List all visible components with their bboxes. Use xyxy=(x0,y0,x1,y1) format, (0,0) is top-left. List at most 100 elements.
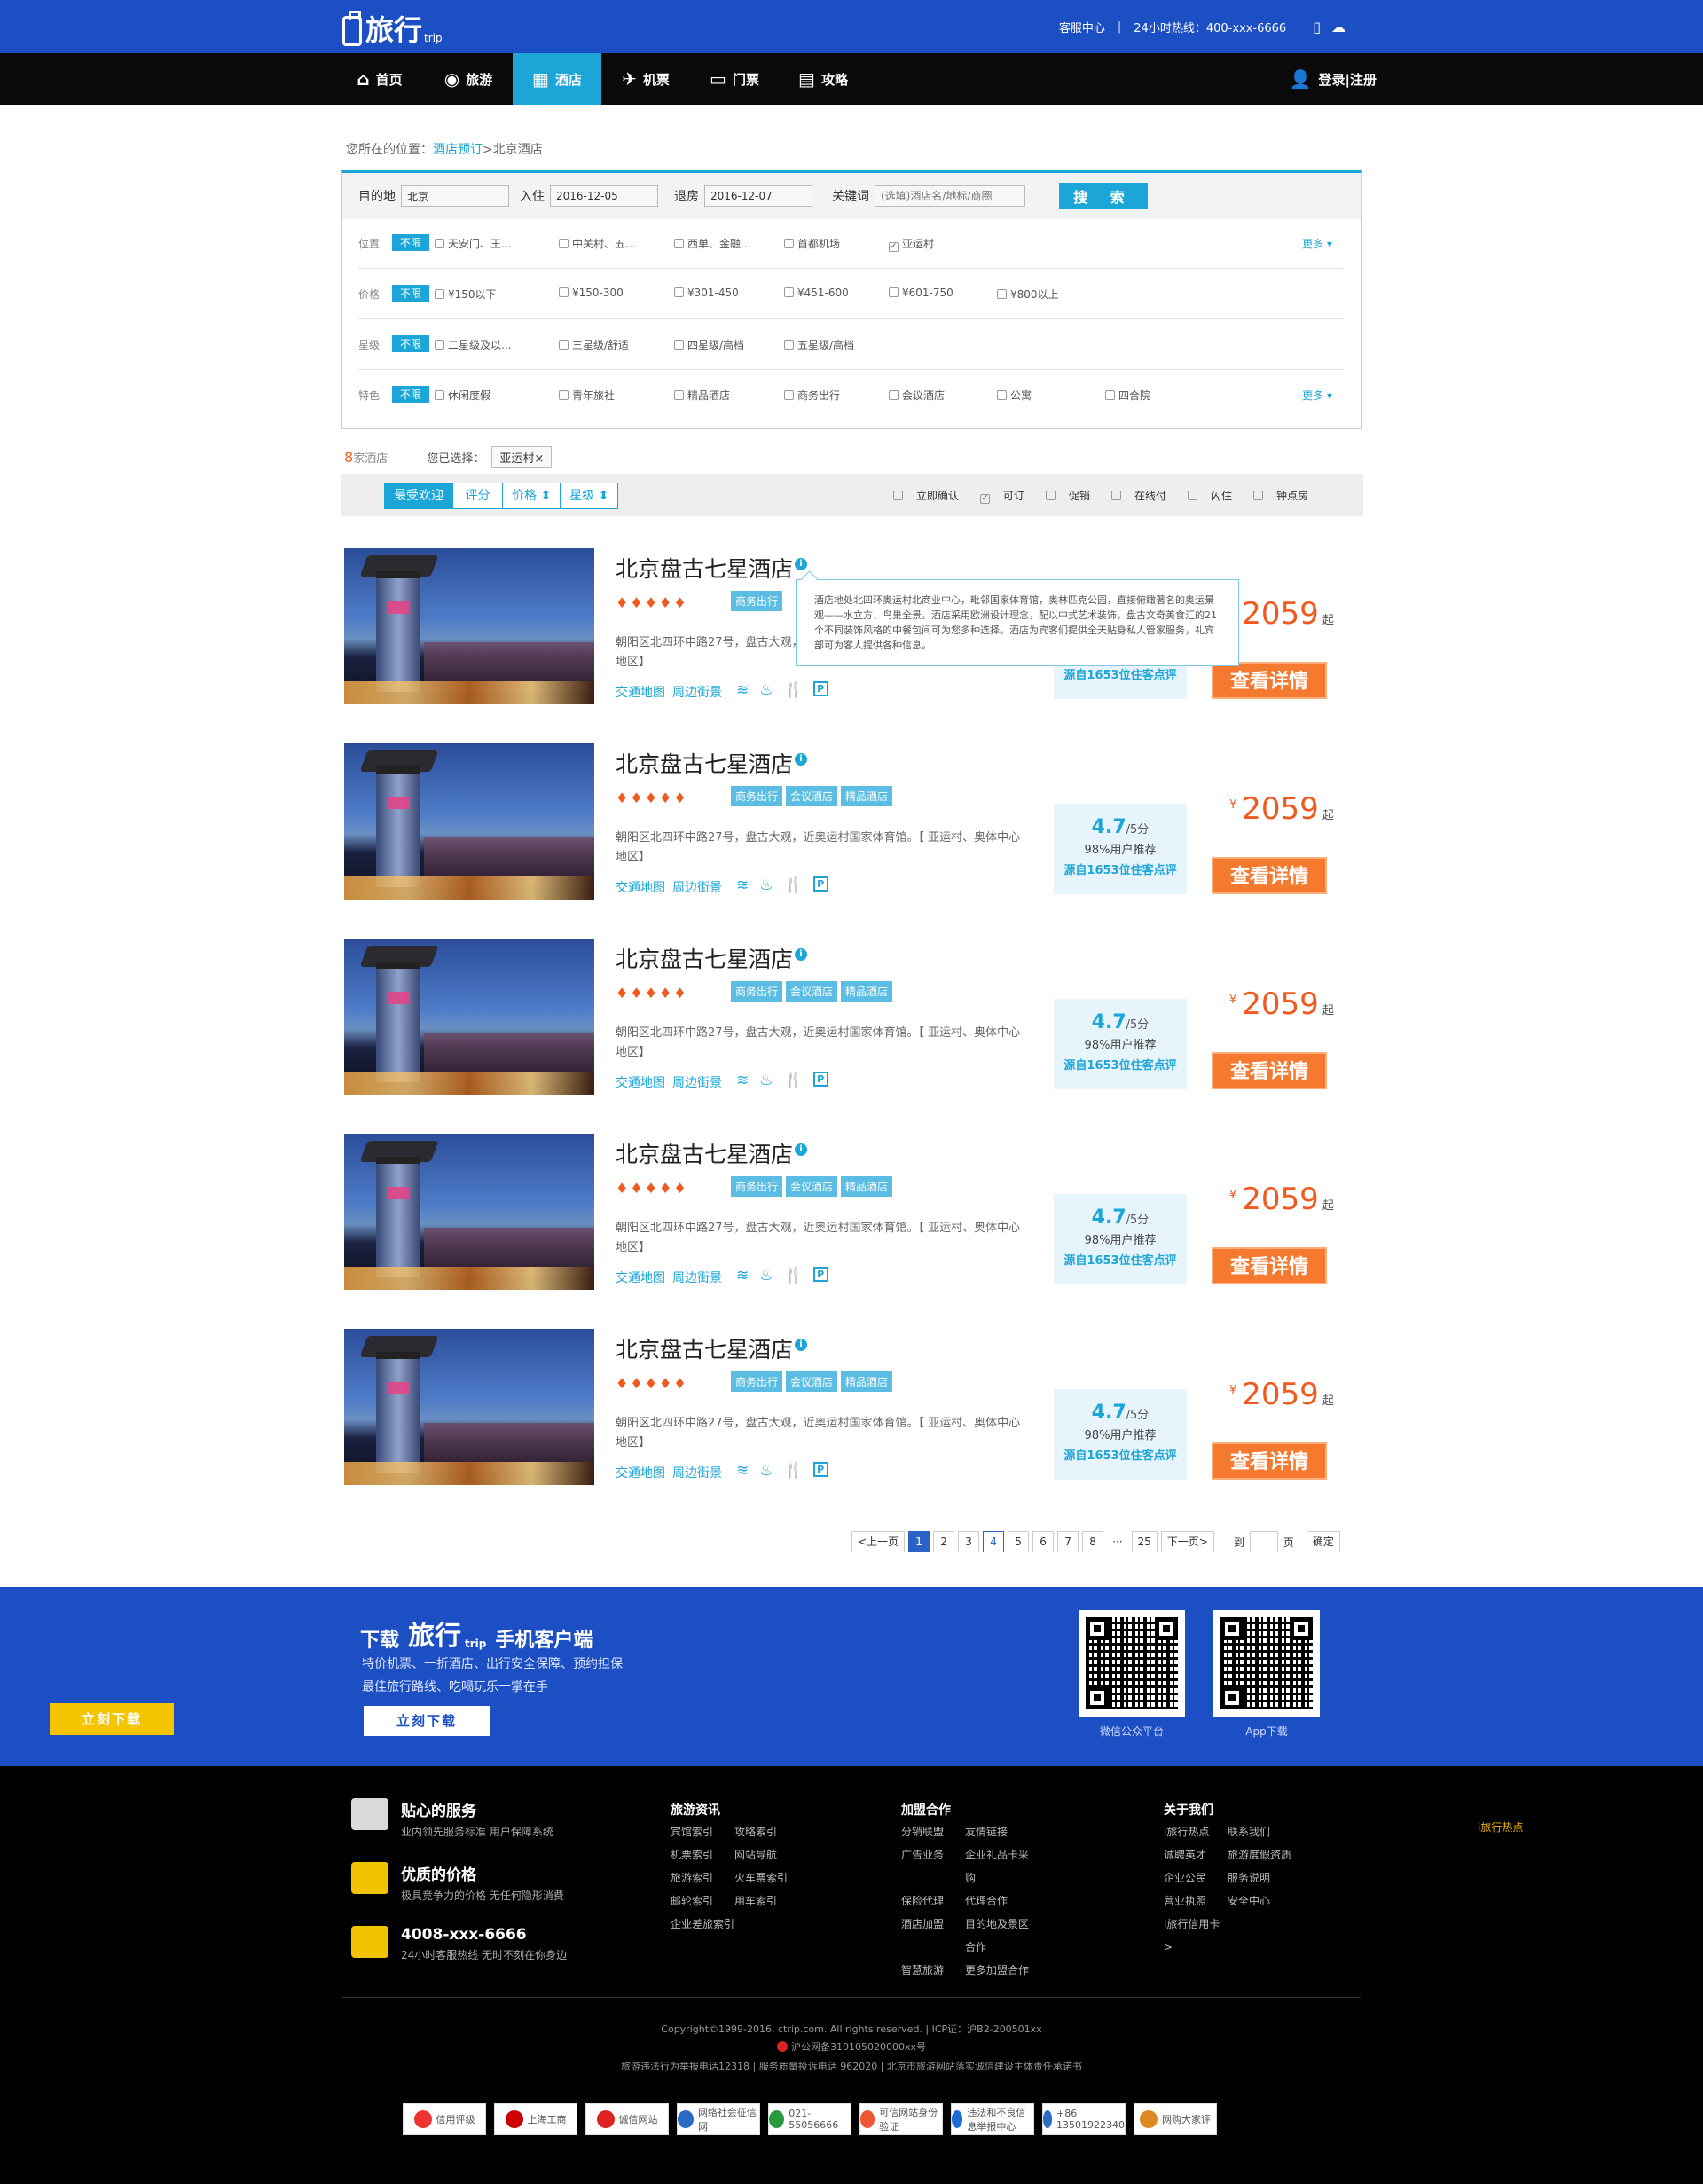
footer-link[interactable]: 旅游索引 xyxy=(671,1866,734,1889)
page-number[interactable]: 5 xyxy=(1008,1531,1030,1552)
download-button[interactable]: 立刻下载 xyxy=(364,1706,490,1736)
view-details-button[interactable]: 查看详情 xyxy=(1212,1442,1327,1480)
goto-confirm-button[interactable]: 确定 xyxy=(1306,1531,1340,1552)
review-count-link[interactable]: 源自1653位住客点评 xyxy=(1054,1446,1187,1463)
map-link[interactable]: 交通地图 xyxy=(616,1076,665,1090)
footer-link[interactable]: 营业执照 xyxy=(1164,1889,1228,1913)
street-view-link[interactable]: 周边街景 xyxy=(672,881,722,895)
footer-link[interactable]: 更多加盟合作 xyxy=(965,1959,1029,1982)
filter-nolimit[interactable]: 不限 xyxy=(392,285,430,302)
cert-badge[interactable]: 违法和不良信息举报中心 xyxy=(951,2103,1034,2135)
footer-link[interactable]: 联系我们 xyxy=(1228,1820,1291,1843)
filter-option[interactable]: 五星级/高档 xyxy=(784,337,854,352)
footer-link[interactable]: 企业公民 xyxy=(1164,1866,1228,1889)
footer-link[interactable]: 火车票索引 xyxy=(734,1866,798,1889)
checkbox[interactable] xyxy=(784,340,794,350)
footer-link[interactable]: 诚聘英才 xyxy=(1164,1843,1228,1866)
mobile-icon[interactable]: ▯ xyxy=(1313,19,1321,35)
filter-option[interactable]: 三星级/舒适 xyxy=(559,337,629,352)
checkbox[interactable] xyxy=(559,340,569,350)
map-link[interactable]: 交通地图 xyxy=(616,881,665,895)
filter-option[interactable]: 中关村、五... xyxy=(559,236,635,251)
checkin-input[interactable] xyxy=(550,185,658,207)
sort-check-5[interactable]: 钟点房 xyxy=(1243,488,1308,504)
cert-badge[interactable]: 021-55056666 xyxy=(768,2103,852,2135)
page-number[interactable]: 2 xyxy=(933,1531,955,1552)
footer-link[interactable]: 代理合作 xyxy=(965,1889,1029,1913)
page-number[interactable]: 7 xyxy=(1057,1531,1079,1552)
filter-option[interactable]: 精品酒店 xyxy=(674,388,730,403)
filter-option[interactable]: 商务出行 xyxy=(784,388,840,403)
checkbox[interactable] xyxy=(889,390,899,400)
sort-check-3[interactable]: 在线付 xyxy=(1101,488,1166,504)
cert-badge[interactable]: +86 13501922340 xyxy=(1042,2103,1126,2135)
last-page-number[interactable]: 25 xyxy=(1131,1531,1158,1552)
street-view-link[interactable]: 周边街景 xyxy=(672,1076,722,1090)
nav-item-3[interactable]: ✈ 机票 xyxy=(601,53,690,105)
page-number[interactable]: 8 xyxy=(1082,1531,1104,1552)
sort-check-2[interactable]: 促销 xyxy=(1035,488,1090,504)
breadcrumb-link[interactable]: 酒店预订 xyxy=(433,143,483,157)
footer-link[interactable]: 攻略索引 xyxy=(734,1820,798,1843)
footer-link[interactable]: 目的地及景区合作 xyxy=(965,1913,1029,1959)
wechat-icon[interactable]: ☁ xyxy=(1331,19,1346,35)
cert-badge[interactable]: 网络社会征信网 xyxy=(677,2103,760,2135)
nav-item-0[interactable]: ⌂ 首页 xyxy=(335,53,424,105)
view-details-button[interactable]: 查看详情 xyxy=(1212,1247,1327,1284)
login-register[interactable]: 👤 登录|注册 xyxy=(1290,53,1377,105)
footer-link[interactable]: 企业差旅索引 xyxy=(671,1913,734,1936)
filter-option[interactable]: 公寓 xyxy=(997,388,1032,403)
sort-tab-1[interactable]: 评分 xyxy=(453,483,503,508)
filter-option[interactable]: ✓ 亚运村 xyxy=(889,236,934,252)
filter-nolimit[interactable]: 不限 xyxy=(392,234,430,251)
footer-link[interactable]: i旅行热点 xyxy=(1164,1820,1228,1843)
filter-option[interactable]: 首都机场 xyxy=(784,236,840,251)
footer-link[interactable] xyxy=(1228,1913,1291,1959)
sort-tab-3[interactable]: 星级 ⬍ xyxy=(561,483,618,508)
footer-link[interactable]: 网站导航 xyxy=(734,1843,798,1866)
review-count-link[interactable]: 源自1653位住客点评 xyxy=(1054,1251,1187,1268)
nav-item-2[interactable]: ▦ 酒店 xyxy=(513,53,601,105)
footer-link[interactable]: 邮轮索引 xyxy=(671,1889,734,1913)
info-icon[interactable]: i xyxy=(795,753,807,766)
checkbox[interactable] xyxy=(559,390,569,400)
filter-option[interactable]: 四星级/高档 xyxy=(674,337,744,352)
filter-more[interactable]: 更多 ▾ xyxy=(1302,236,1332,251)
keyword-input[interactable] xyxy=(875,185,1025,207)
filter-option[interactable]: 二星级及以... xyxy=(435,337,511,352)
filter-option[interactable]: ¥601-750 xyxy=(889,287,954,299)
footer-link[interactable]: 酒店加盟 xyxy=(901,1913,965,1959)
review-count-link[interactable]: 源自1653位住客点评 xyxy=(1054,1056,1187,1072)
review-count-link[interactable]: 源自1653位住客点评 xyxy=(1054,860,1187,877)
info-icon[interactable]: i xyxy=(795,948,807,961)
filter-option[interactable]: ¥800以上 xyxy=(997,287,1059,302)
checkbox[interactable] xyxy=(784,287,794,297)
checkbox[interactable] xyxy=(435,340,444,350)
prev-page-button[interactable]: <上一页 xyxy=(852,1531,906,1552)
hotel-photo[interactable] xyxy=(344,1134,594,1290)
filter-option[interactable]: 休闲度假 xyxy=(435,388,490,403)
footer-link[interactable]: 机票索引 xyxy=(671,1843,734,1866)
hotel-name[interactable]: 北京盘古七星酒店 xyxy=(616,552,793,584)
checkbox[interactable] xyxy=(1110,491,1121,500)
site-logo[interactable]: 旅行 trip xyxy=(342,7,443,46)
street-view-link[interactable]: 周边街景 xyxy=(672,1271,722,1285)
filter-nolimit[interactable]: 不限 xyxy=(392,386,430,403)
filter-option[interactable]: 会议酒店 xyxy=(889,388,945,403)
goto-page-input[interactable] xyxy=(1249,1531,1278,1552)
hotel-name[interactable]: 北京盘古七星酒店 xyxy=(616,747,793,779)
hotel-photo[interactable] xyxy=(344,548,594,704)
footer-link[interactable]: 旅游度假资质 xyxy=(1228,1843,1291,1866)
street-view-link[interactable]: 周边街景 xyxy=(672,1466,722,1481)
next-page-button[interactable]: 下一页> xyxy=(1160,1531,1214,1552)
hotel-photo[interactable] xyxy=(344,1329,594,1485)
footer-hot-link[interactable]: i旅行热点 xyxy=(1478,1819,1523,1834)
view-details-button[interactable]: 查看详情 xyxy=(1212,662,1327,699)
checkbox[interactable] xyxy=(674,340,684,350)
checkbox[interactable] xyxy=(1105,390,1115,400)
footer-link[interactable]: 广告业务 xyxy=(901,1843,965,1889)
checkbox[interactable] xyxy=(435,390,444,400)
filter-option[interactable]: 天安门、王... xyxy=(435,236,511,251)
info-icon[interactable]: i xyxy=(795,1339,807,1351)
service-center-link[interactable]: 客服中心 xyxy=(1059,19,1105,35)
